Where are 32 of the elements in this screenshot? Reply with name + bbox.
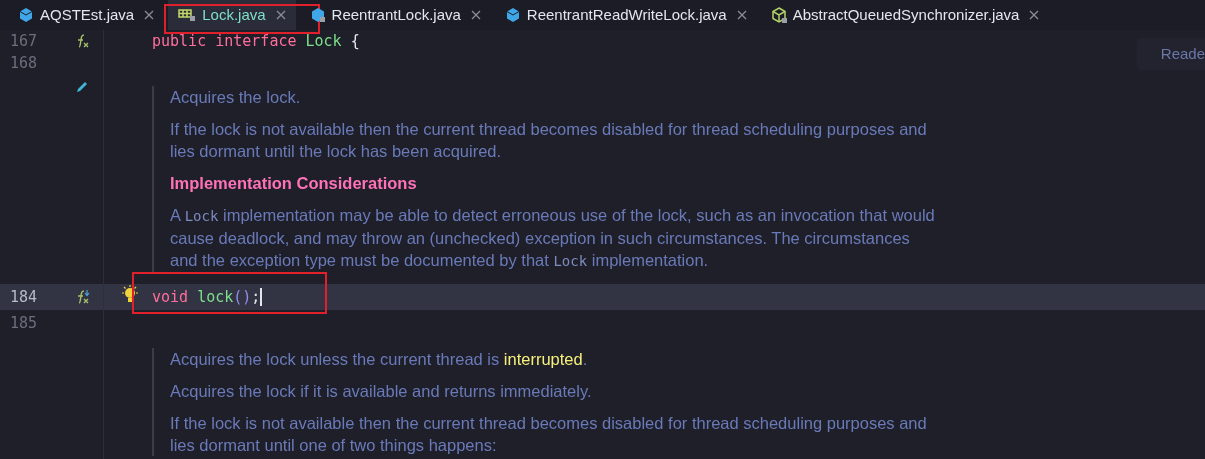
cube-icon xyxy=(18,7,34,23)
line-number: 185 xyxy=(10,312,38,334)
close-icon[interactable] xyxy=(275,10,286,20)
editor-tab[interactable]: AQSTEst.java xyxy=(8,0,165,30)
doc-link[interactable]: interrupted xyxy=(503,350,583,368)
text-cursor xyxy=(260,288,263,307)
close-icon[interactable] xyxy=(470,10,481,20)
close-icon[interactable] xyxy=(1029,10,1040,20)
cube-icon xyxy=(309,7,326,23)
cube-outline-icon xyxy=(770,7,787,23)
lightbulb-icon[interactable] xyxy=(120,285,140,305)
doc-paragraph: Acquires the lock if it is available and returns immediately. xyxy=(170,381,593,402)
code-line: void lock(); xyxy=(152,286,263,309)
line-number: 168 xyxy=(10,52,38,74)
line-number: 167 xyxy=(10,30,38,52)
doc-paragraph: A Lock implementation may be able to detect erroneous use of the lock, such as an invocation that would cause deadlock, and may throw an (unchecked) exception in such circumstances. The circumstances and the exception type must be documented by that Lock implementation. xyxy=(170,205,936,271)
doc-heading: Implementation Considerations xyxy=(170,173,418,194)
pencil-icon[interactable] xyxy=(74,80,89,94)
doc-paragraph: If the lock is not available then the current thread becomes disabled for thread scheduling purposes and lies dormant until one of two things happens: xyxy=(170,413,928,456)
doc-paragraph: Acquires the lock. xyxy=(170,87,302,108)
editor-tab[interactable]: ReentrantLock.java xyxy=(299,0,491,30)
editor-tab[interactable]: AbstractQueuedSynchronizer.java xyxy=(760,0,1050,30)
code-line: public interface Lock { xyxy=(152,30,360,52)
cube-icon xyxy=(504,7,521,23)
interface-icon xyxy=(178,8,197,22)
editor-tab[interactable]: ReentrantReadWriteLock.java xyxy=(494,0,757,30)
line-number: 184 xyxy=(10,286,38,308)
close-icon[interactable] xyxy=(736,10,747,20)
doc-paragraph: Acquires the lock unless the current thread is interrupted. xyxy=(170,349,589,370)
editor-tab[interactable]: Lock.java xyxy=(168,0,296,30)
close-icon[interactable] xyxy=(144,10,155,20)
doc-paragraph: If the lock is not available then the current thread becomes disabled for thread scheduling purposes and lies dormant until the lock has been acquired. xyxy=(170,119,928,162)
